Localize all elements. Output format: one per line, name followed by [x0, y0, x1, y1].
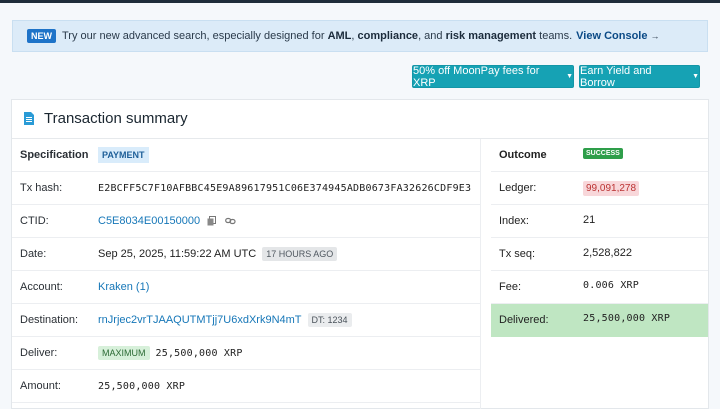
ledger-value[interactable]: 99,091,278: [583, 181, 640, 196]
account-link[interactable]: Kraken (1): [98, 281, 149, 293]
banner-comma: ,: [351, 30, 355, 42]
tx-seq-value-wrap: 2,528,822: [583, 247, 632, 259]
specification-value: PAYMENT: [98, 147, 149, 163]
promo-banner: NEW Try our new advanced search, especia…: [12, 20, 708, 52]
card-title-text: Transaction summary: [44, 110, 188, 127]
specification-label: Specification: [20, 149, 89, 161]
payment-tag: PAYMENT: [98, 147, 149, 163]
arrow-right-icon: →: [650, 31, 660, 41]
deliver-label: Deliver:: [20, 347, 58, 359]
moonpay-button-label: 50% off MoonPay fees for XRP: [413, 64, 540, 89]
row-delivered: Delivered: 25,500,000 XRP: [491, 304, 708, 337]
destination-link[interactable]: rnJrjec2vrTJAAQUTMTjj7U6xdXrk9N4mT: [98, 314, 302, 326]
row-ctid: CTID: C5E8034E00150000: [12, 205, 480, 238]
tx-seq-label: Tx seq:: [499, 248, 536, 260]
banner-and: , and: [418, 30, 443, 42]
amount-label: Amount:: [20, 380, 61, 392]
tx-seq-value: 2,528,822: [583, 247, 632, 259]
row-destination: Destination: rnJrjec2vrTJAAQUTMTjj7U6xdX…: [12, 304, 480, 337]
caret-down-icon: ▼: [692, 73, 699, 80]
delivered-label: Delivered:: [499, 314, 549, 326]
column-divider: [480, 139, 481, 409]
row-amount: Amount: 25,500,000 XRP: [12, 370, 480, 403]
amount-value: 25,500,000 XRP: [98, 380, 186, 392]
transaction-summary-card: Transaction summary Specification PAYMEN…: [11, 99, 709, 409]
ledger-value-wrap: 99,091,278: [583, 181, 640, 196]
date-label: Date:: [20, 248, 47, 260]
banner-aml: AML: [327, 30, 352, 42]
destination-value-wrap: rnJrjec2vrTJAAQUTMTjj7U6xdXrk9N4mT DT: 1…: [98, 313, 352, 327]
row-tx-hash: Tx hash: E2BCFF5C7F10AFBBC45E9A89617951C…: [12, 172, 480, 205]
tx-hash-label: Tx hash:: [20, 182, 63, 194]
ctid-value-wrap: C5E8034E00150000: [98, 215, 236, 227]
new-badge: NEW: [27, 29, 56, 43]
caret-down-icon: ▼: [566, 73, 573, 80]
ledger-label: Ledger:: [499, 182, 537, 194]
top-bar: [0, 0, 720, 3]
index-label: Index:: [499, 215, 529, 227]
deliver-value-wrap: MAXIMUM 25,500,000 XRP: [98, 346, 243, 360]
outcome-value-wrap: SUCCESS: [583, 148, 623, 159]
link-icon[interactable]: [224, 215, 236, 227]
card-title: Transaction summary: [24, 110, 188, 127]
fee-label: Fee:: [499, 281, 522, 293]
copy-icon[interactable]: [206, 215, 218, 227]
earn-yield-button-label: Earn Yield and Borrow: [580, 64, 652, 89]
tx-hash-value-wrap: E2BCFF5C7F10AFBBC45E9A89617951C06E374945…: [98, 183, 472, 194]
deliver-value: 25,500,000 XRP: [155, 347, 243, 359]
destination-label: Destination:: [20, 314, 79, 326]
row-tx-seq: Tx seq: 2,528,822: [491, 238, 708, 271]
index-value: 21: [583, 214, 596, 226]
document-icon: [24, 112, 34, 125]
outcome-label: Outcome: [499, 149, 547, 161]
delivered-value-wrap: 25,500,000 XRP: [583, 313, 670, 324]
row-deliver: Deliver: MAXIMUM 25,500,000 XRP: [12, 337, 480, 370]
banner-teams: teams.: [539, 30, 573, 42]
row-ledger: Ledger: 99,091,278: [491, 172, 708, 205]
success-badge: SUCCESS: [583, 148, 623, 159]
index-value-wrap: 21: [583, 214, 595, 226]
row-account: Account: Kraken (1): [12, 271, 480, 304]
amount-value-wrap: 25,500,000 XRP: [98, 381, 185, 392]
fee-value: 0.006 XRP: [583, 280, 639, 291]
moonpay-button[interactable]: 50% off MoonPay fees for XRP ▼: [412, 64, 574, 89]
view-console-link[interactable]: View Console: [576, 30, 647, 42]
tx-hash-value[interactable]: E2BCFF5C7F10AFBBC45E9A89617951C06E374945…: [98, 183, 472, 194]
banner-risk: risk management: [445, 30, 537, 42]
row-fee: Fee: 0.006 XRP: [491, 271, 708, 304]
ctid-value[interactable]: C5E8034E00150000: [98, 215, 200, 227]
account-value-wrap: Kraken (1): [98, 281, 149, 293]
date-value: Sep 25, 2025, 11:59:22 AM UTC: [98, 248, 257, 260]
maximum-badge: MAXIMUM: [98, 346, 150, 360]
date-value-wrap: Sep 25, 2025, 11:59:22 AM UTC 17 HOURS A…: [98, 247, 338, 261]
row-index: Index: 21: [491, 205, 708, 238]
banner-text: Try our new advanced search, especially …: [62, 30, 325, 42]
ctid-label: CTID:: [20, 215, 49, 227]
row-date: Date: Sep 25, 2025, 11:59:22 AM UTC 17 H…: [12, 238, 480, 271]
fee-value-wrap: 0.006 XRP: [583, 280, 639, 291]
time-ago-badge: 17 HOURS AGO: [262, 247, 338, 261]
row-specification: Specification PAYMENT: [12, 139, 480, 172]
banner-compliance: compliance: [357, 30, 419, 42]
row-outcome: Outcome SUCCESS: [491, 139, 708, 172]
earn-yield-button[interactable]: Earn Yield and Borrow ▼: [579, 64, 700, 89]
destination-tag-badge: DT: 1234: [307, 313, 352, 327]
account-label: Account:: [20, 281, 63, 293]
delivered-value: 25,500,000 XRP: [583, 313, 671, 324]
